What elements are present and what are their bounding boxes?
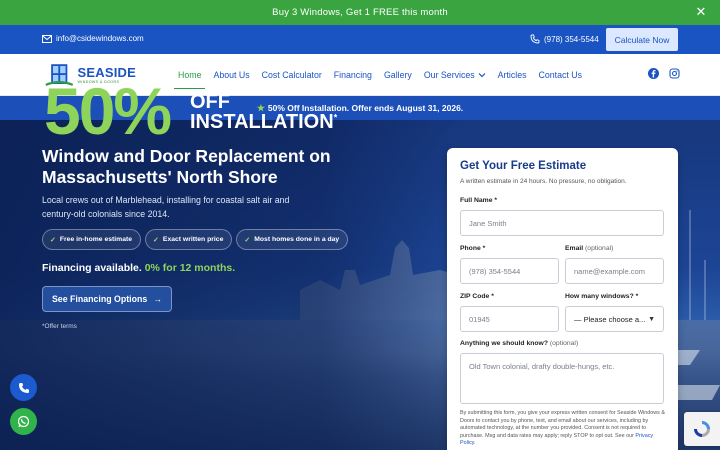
estimate-form-card: Get Your Free Estimate A written estimat… [447, 148, 678, 450]
required-marker: * [491, 293, 494, 300]
form-title: Get Your Free Estimate [460, 160, 587, 172]
financing-text: Financing available. 0% for 12 months. [42, 262, 235, 274]
whatsapp-button[interactable] [10, 408, 37, 435]
facebook-icon[interactable] [648, 68, 659, 79]
chip-written-price: ✓ Exact written price [145, 229, 233, 250]
chip-free-estimate: ✓ Free in-home estimate [42, 229, 142, 250]
required-marker: * [635, 293, 639, 300]
envelope-icon [42, 34, 52, 43]
feature-chips: ✓ Free in-home estimate ✓ Exact written pr… [42, 229, 349, 250]
required-marker: * [482, 245, 486, 252]
windows-select-value: — Please choose a... [574, 314, 646, 324]
full-name-field[interactable]: Jane Smith [460, 210, 664, 236]
full-name-label: Full Name * [460, 197, 497, 204]
consent-text: By submitting this form, you give your e… [460, 410, 665, 448]
check-icon: ✓ [50, 236, 56, 244]
hero-subtext: Local crews out of Marblehead, installin… [42, 195, 290, 219]
email-label-text: Email [565, 245, 584, 252]
windows-count-label: How many windows? * [565, 293, 638, 300]
whatsapp-icon [17, 415, 30, 428]
zip-field[interactable]: 01945 [460, 306, 559, 332]
nav-home[interactable]: Home [172, 54, 207, 96]
notes-label: Anything we should know? (optional) [460, 340, 578, 347]
check-icon: ✓ [153, 236, 159, 244]
windows-label-text: How many windows? [565, 293, 634, 300]
see-financing-button[interactable]: See Financing Options → [42, 286, 172, 312]
required-marker: * [494, 197, 498, 204]
windows-count-select[interactable]: — Please choose a... ▼ [565, 306, 664, 332]
promo-text: Buy 3 Windows, Get 1 FREE this month [272, 7, 448, 18]
phone-link[interactable]: (978) 354-5544 [530, 34, 599, 44]
promo-banner: Buy 3 Windows, Get 1 FREE this month ✕ [0, 0, 720, 25]
zip-label: ZIP Code * [460, 293, 494, 300]
chevron-down-icon [478, 73, 486, 78]
phone-field[interactable]: (978) 354-5544 [460, 258, 559, 284]
off-label: OFF [190, 91, 230, 113]
close-icon[interactable]: ✕ [694, 5, 708, 19]
financing-highlight: 0% for 12 months. [144, 262, 236, 274]
nav-articles[interactable]: Articles [492, 54, 533, 96]
form-subtitle: A written estimate in 24 hours. No press… [460, 178, 627, 185]
installation-label: INSTALLATION* [190, 112, 337, 132]
email-field[interactable]: name@example.com [565, 258, 664, 284]
chip-label: Exact written price [162, 236, 224, 243]
installation-text: INSTALLATION [190, 111, 334, 133]
chip-label: Most homes done in a day [254, 236, 340, 243]
nav-contact-us[interactable]: Contact Us [533, 54, 589, 96]
chip-done-in-a-day: ✓ Most homes done in a day [236, 229, 349, 250]
nav-financing[interactable]: Financing [328, 54, 378, 96]
nav-links: Home About Us Cost Calculator Financing … [172, 54, 588, 96]
phone-icon [530, 34, 540, 44]
zip-label-text: ZIP Code [460, 293, 490, 300]
nav-about-us[interactable]: About Us [207, 54, 255, 96]
calculate-now-button[interactable]: Calculate Now [606, 28, 678, 51]
nav-our-services-label: Our Services [423, 70, 475, 80]
nav-cost-calculator[interactable]: Cost Calculator [256, 54, 328, 96]
recaptcha-icon [694, 421, 710, 437]
email-label: Email (optional) [565, 245, 613, 252]
notes-label-text: Anything we should know? [460, 340, 548, 347]
call-button[interactable] [10, 374, 37, 401]
phone-icon [18, 382, 29, 393]
social-links [648, 68, 680, 79]
caret-down-icon: ▼ [648, 315, 655, 323]
asterisk: * [333, 112, 338, 123]
full-name-label-text: Full Name [460, 197, 493, 204]
recaptcha-badge[interactable] [684, 412, 720, 446]
financing-lead: Financing available. [42, 262, 142, 274]
discount-percent: 50% [44, 74, 172, 148]
optional-marker: (optional) [549, 340, 579, 347]
check-icon: ✓ [244, 236, 251, 244]
arrow-right-icon: → [153, 294, 163, 304]
notes-textarea[interactable]: Old Town colonial, drafty double-hungs, … [460, 353, 664, 404]
phone-label-text: Phone [460, 245, 481, 252]
optional-marker: (optional) [585, 245, 614, 252]
see-financing-label: See Financing Options [51, 294, 148, 304]
nav-our-services[interactable]: Our Services [418, 54, 492, 96]
phone-label: Phone * [460, 245, 485, 252]
hero-headline: Window and Door Replacement on Massachus… [42, 146, 331, 187]
chip-label: Free in-home estimate [59, 236, 133, 243]
email-link[interactable]: info@csidewindows.com [42, 34, 144, 43]
offer-terms[interactable]: *Offer terms [42, 323, 77, 330]
instagram-icon[interactable] [669, 68, 680, 79]
nav-gallery[interactable]: Gallery [378, 54, 418, 96]
phone-text: (978) 354-5544 [544, 34, 599, 44]
contact-bar: info@csidewindows.com (978) 354-5544 Cal… [0, 25, 720, 54]
email-text: info@csidewindows.com [56, 34, 144, 43]
